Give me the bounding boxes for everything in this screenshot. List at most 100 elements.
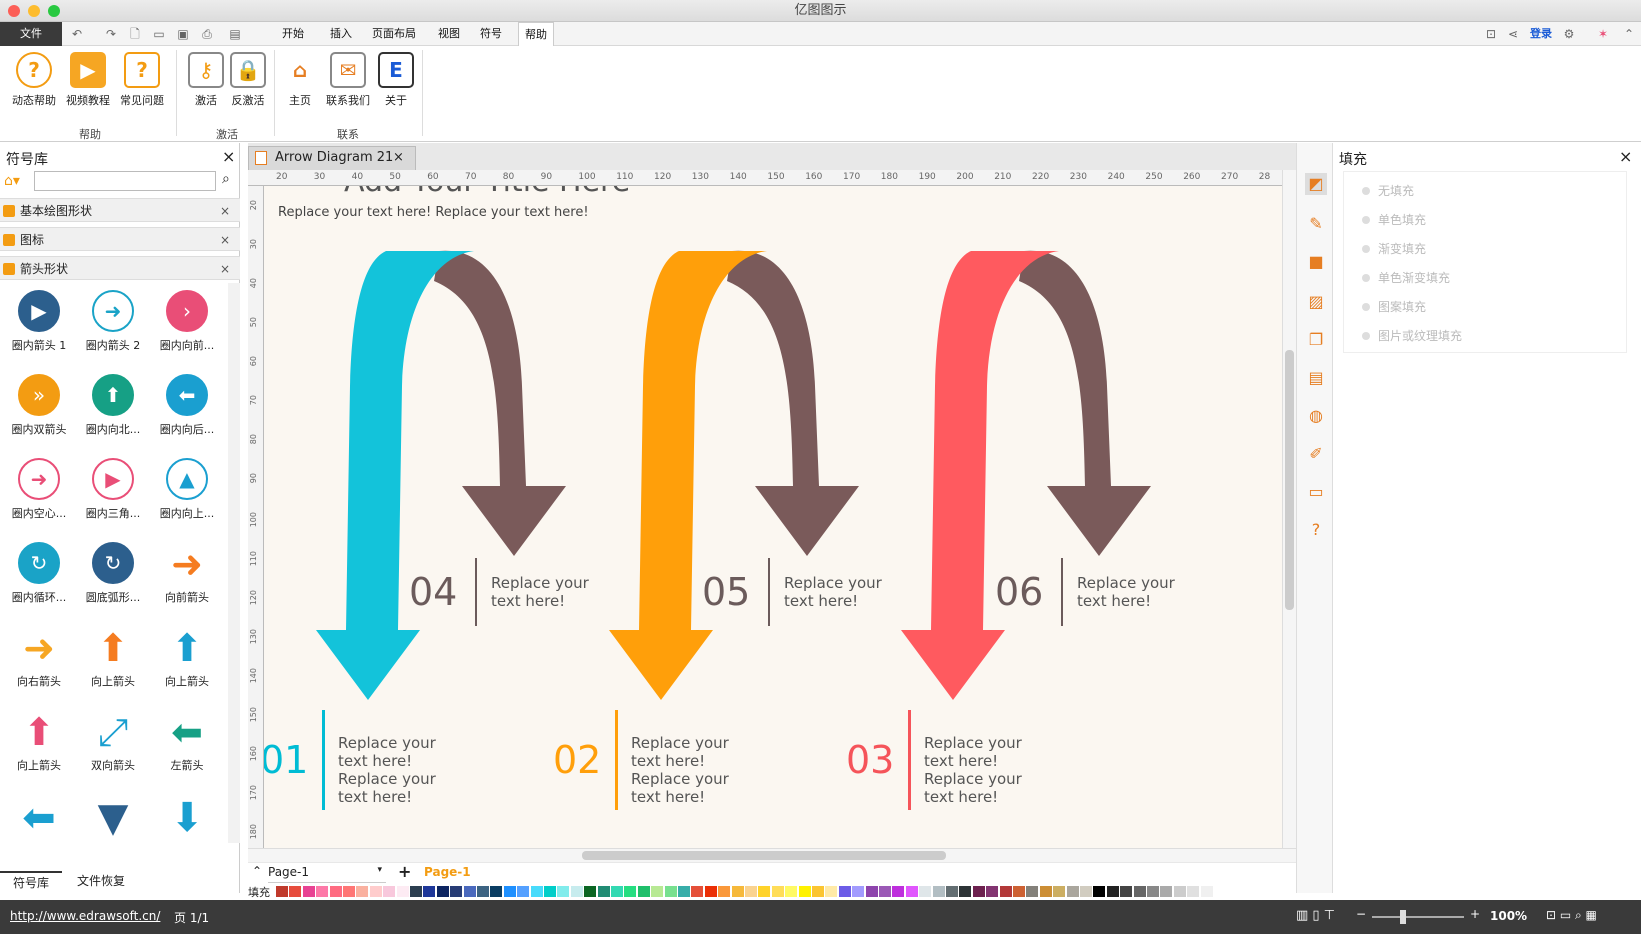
color-swatch[interactable] <box>410 886 422 897</box>
step-card-top[interactable]: 06 Replace your text here! <box>995 558 1215 628</box>
color-swatch[interactable] <box>1173 886 1186 897</box>
color-swatch[interactable] <box>503 886 516 897</box>
color-swatch[interactable] <box>678 886 690 897</box>
shape-item[interactable]: ➜ 向前箭头 <box>150 535 224 619</box>
shape-item[interactable]: ↻ 圆底弧形... <box>76 535 150 619</box>
color-swatch[interactable] <box>986 886 999 897</box>
color-swatch[interactable] <box>1080 886 1092 897</box>
color-swatch[interactable] <box>477 886 489 897</box>
color-swatch[interactable] <box>919 886 932 897</box>
fill-option-single-gradient[interactable]: 单色渐变填充 <box>1362 269 1450 286</box>
website-link[interactable]: http://www.edrawsoft.cn/ <box>10 909 160 923</box>
close-library-icon[interactable]: × <box>220 228 230 252</box>
color-swatch[interactable] <box>1160 886 1173 897</box>
screen-icon[interactable]: ⊡ <box>1484 27 1498 41</box>
fit-icons[interactable]: ⊡ ▭ ⌕ ▦ <box>1546 908 1597 923</box>
shape-item[interactable]: ⤢ 双向箭头 <box>76 703 150 787</box>
contact-us-button[interactable]: ✉ 联系我们 <box>322 50 374 112</box>
fill-option-solid[interactable]: 单色填充 <box>1362 211 1426 228</box>
close-library-icon[interactable]: × <box>220 199 230 223</box>
color-swatch[interactable] <box>1013 886 1025 897</box>
shape-item[interactable]: ⬆ 圈内向北... <box>76 367 150 451</box>
shape-item[interactable]: ↻ 圈内循环... <box>2 535 76 619</box>
color-swatch[interactable] <box>664 886 677 897</box>
back-arrow[interactable] <box>727 250 859 556</box>
close-panel-icon[interactable]: × <box>222 147 235 166</box>
zoom-in-icon[interactable]: + <box>1470 907 1480 921</box>
shape-item[interactable]: ▶ 圈内箭头 1 <box>2 283 76 367</box>
save-icon[interactable]: ▣ <box>176 27 190 41</box>
horizontal-scroll-thumb[interactable] <box>582 851 946 860</box>
shape-item[interactable]: ⬆ 向上箭头 <box>76 619 150 703</box>
color-swatch[interactable] <box>838 886 851 897</box>
tab-start[interactable]: 开始 <box>276 22 310 46</box>
zoom-out-icon[interactable]: − <box>1356 907 1366 921</box>
chevron-up-icon[interactable]: ⌃ <box>252 864 262 878</box>
color-swatch[interactable] <box>463 886 476 897</box>
shape-item[interactable]: ⬅ <box>2 787 76 871</box>
search-icon[interactable]: ⌕ <box>222 171 230 187</box>
color-swatch[interactable] <box>852 886 865 897</box>
color-swatch[interactable] <box>490 886 503 897</box>
fill-option-none[interactable]: 无填充 <box>1362 182 1414 199</box>
back-arrow[interactable] <box>1019 250 1151 556</box>
color-swatch[interactable] <box>1147 886 1159 897</box>
color-swatch[interactable] <box>369 886 382 897</box>
color-swatch[interactable] <box>302 886 315 897</box>
color-swatch[interactable] <box>865 886 878 897</box>
color-swatch[interactable] <box>892 886 905 897</box>
shape-item[interactable]: ⬆ 向上箭头 <box>2 703 76 787</box>
symbol-search-input[interactable] <box>34 171 216 191</box>
tab-help[interactable]: 帮助 <box>518 22 554 46</box>
color-swatch[interactable] <box>1039 886 1052 897</box>
home-icon[interactable]: ⌂▾ <box>4 173 20 189</box>
dynamic-help-button[interactable]: ? 动态帮助 <box>8 50 60 112</box>
page-select[interactable]: Page-1 ▾ <box>268 865 386 883</box>
collapse-ribbon-icon[interactable]: ⌃ <box>1622 27 1636 41</box>
step-card-bottom[interactable]: 02 Replace your text here! Replace your … <box>553 710 793 814</box>
library-arrow-shapes[interactable]: 箭头形状 × <box>0 256 240 280</box>
deactivate-button[interactable]: 🔒 反激活 <box>222 50 274 112</box>
fill-option-pattern[interactable]: 图案填充 <box>1362 298 1426 315</box>
u-arrow-3[interactable] <box>901 250 1151 700</box>
color-swatch[interactable] <box>343 886 355 897</box>
minimize-window-button[interactable] <box>28 5 40 17</box>
color-swatch[interactable] <box>1026 886 1039 897</box>
color-swatch[interactable] <box>289 886 302 897</box>
step-card-top[interactable]: 04 Replace your text here! <box>409 558 629 628</box>
color-swatch[interactable] <box>316 886 329 897</box>
color-swatch[interactable] <box>704 886 717 897</box>
image-icon[interactable]: ▨ <box>1305 291 1327 313</box>
document-tab[interactable]: Arrow Diagram 21 × <box>248 146 416 170</box>
front-arrow[interactable] <box>316 251 474 700</box>
color-swatch[interactable] <box>423 886 436 897</box>
color-swatch[interactable] <box>1187 886 1200 897</box>
page-icon[interactable]: ▤ <box>1305 367 1327 389</box>
color-palette[interactable] <box>276 884 1276 898</box>
color-swatch[interactable] <box>999 886 1012 897</box>
vertical-scroll-thumb[interactable] <box>1285 350 1294 610</box>
line-icon[interactable]: ✎ <box>1305 213 1327 235</box>
faq-button[interactable]: ? 常见问题 <box>116 50 168 112</box>
color-swatch[interactable] <box>557 886 570 897</box>
color-swatch[interactable] <box>450 886 463 897</box>
tab-view[interactable]: 视图 <box>432 22 466 46</box>
color-swatch[interactable] <box>1133 886 1146 897</box>
color-swatch[interactable] <box>691 886 704 897</box>
tab-symbol-library[interactable]: 符号库 <box>0 871 62 893</box>
color-swatch[interactable] <box>544 886 556 897</box>
comment-icon[interactable]: ▭ <box>1305 481 1327 503</box>
home-button[interactable]: ⌂ 主页 <box>274 50 326 112</box>
shape-item[interactable]: ⬅ 左箭头 <box>150 703 224 787</box>
color-swatch[interactable] <box>597 886 610 897</box>
color-swatch[interactable] <box>396 886 409 897</box>
tab-symbol[interactable]: 符号 <box>474 22 508 46</box>
fill-option-gradient[interactable]: 渐变填充 <box>1362 240 1426 257</box>
close-tab-icon[interactable]: × <box>393 147 404 169</box>
color-swatch[interactable] <box>946 886 958 897</box>
color-swatch[interactable] <box>276 886 288 897</box>
color-swatch[interactable] <box>584 886 597 897</box>
step-card-bottom[interactable]: 03 Replace your text here! Replace your … <box>846 710 1086 814</box>
export-icon[interactable]: ▤ <box>228 27 242 41</box>
color-swatch[interactable] <box>812 886 824 897</box>
